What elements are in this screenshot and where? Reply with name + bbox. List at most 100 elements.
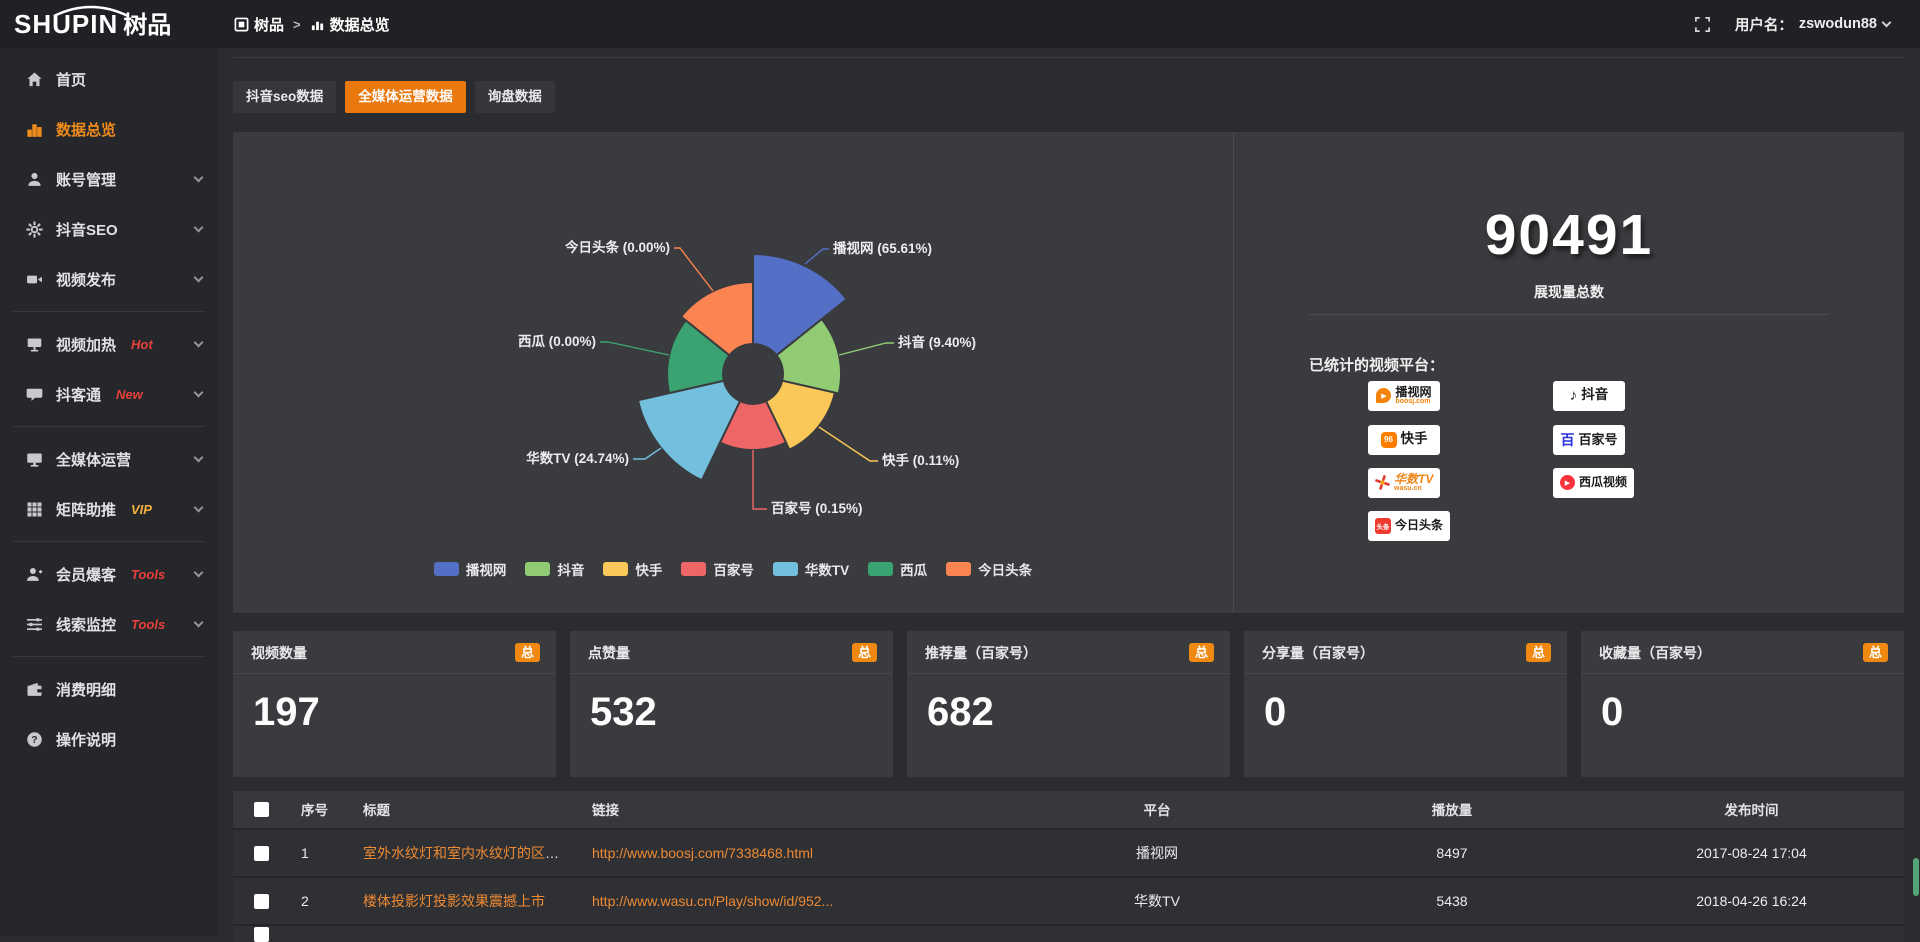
stat-cards: 视频数量 总 197 点赞量 总 532 推荐量（百家号） 总 682 分享量（…	[233, 631, 1904, 777]
table-row-1: 1 室外水纹灯和室内水纹灯的区别和简介 http://www.boosj.com…	[233, 829, 1904, 877]
sidebar-item-9[interactable]: 矩阵助推VIP	[0, 484, 218, 534]
stat-card-5: 收藏量（百家号） 总 0	[1581, 631, 1904, 777]
baijiahao-logo-icon: 百	[1560, 430, 1574, 450]
legend-label: 播视网	[466, 559, 507, 579]
total-impressions-label: 展现量总数	[1234, 282, 1904, 302]
cell-plays	[1305, 925, 1599, 942]
sidebar-item-2[interactable]: 数据总览	[0, 104, 218, 154]
overview-panel: 播视网 (65.61%) 抖音 (9.40%) 快手 (0.11%) 百家号 (0.1…	[233, 132, 1904, 613]
pie-label: 快手 (0.11%)	[882, 452, 959, 468]
sidebar-item-12[interactable]: 消费明细	[0, 664, 218, 714]
toutiao-logo-icon: 头条	[1375, 518, 1391, 534]
total-badge[interactable]: 总	[515, 643, 540, 662]
stat-card-label: 推荐量（百家号）	[925, 643, 1037, 663]
column-header-5: 播放量	[1305, 791, 1599, 829]
legend-swatch	[681, 562, 706, 576]
legend-item-播视网[interactable]: 播视网	[434, 559, 507, 579]
video-title-link[interactable]: 室外水纹灯和室内水纹灯的区别和简介	[363, 845, 580, 861]
gear-icon	[26, 221, 43, 238]
platform-badge-baijiahao[interactable]: 百 百家号	[1553, 425, 1625, 455]
legend-item-抖音[interactable]: 抖音	[525, 559, 584, 579]
breadcrumb-current[interactable]: 数据总览	[310, 14, 390, 35]
topbar: SHUPIN 树品 树品 > 数据总览 用户名：zswodun88	[0, 0, 1920, 48]
sidebar-divider	[13, 656, 205, 657]
screen-icon	[26, 336, 43, 353]
platform-badge-xigua[interactable]: ▶ 西瓜视频	[1553, 468, 1634, 498]
sidebar: 首页数据总览账号管理抖音SEO视频发布视频加热Hot抖客通New全媒体运营矩阵助…	[0, 48, 218, 936]
tab-2[interactable]: 全媒体运营数据	[345, 81, 466, 113]
sidebar-item-1[interactable]: 首页	[0, 54, 218, 104]
sidebar-item-4[interactable]: 抖音SEO	[0, 204, 218, 254]
fullscreen-icon[interactable]	[1694, 16, 1711, 33]
sidebar-item-label: 矩阵助推	[56, 499, 116, 520]
sliders-icon	[26, 616, 43, 633]
kuaishou-logo-icon: 96	[1381, 432, 1397, 448]
video-title-link[interactable]: 楼体投影灯投影效果震撼上市	[363, 893, 545, 909]
cell-time	[1599, 925, 1904, 942]
platform-badge-boosj[interactable]: ▶ 播视网 boosj.com	[1368, 381, 1440, 411]
sidebar-item-label: 数据总览	[56, 119, 116, 140]
sidebar-item-11[interactable]: 线索监控Tools	[0, 599, 218, 649]
sidebar-item-label: 视频加热	[56, 334, 116, 355]
cell-link: http://www.boosj.com/7338468.html	[580, 829, 1009, 877]
sidebar-item-3[interactable]: 账号管理	[0, 154, 218, 204]
chevron-down-icon	[1882, 17, 1892, 27]
grid-small-icon	[234, 17, 249, 32]
video-url-link[interactable]: http://www.boosj.com/7338468.html	[592, 845, 813, 861]
pie-label: 百家号 (0.15%)	[771, 500, 863, 516]
cell-time: 2018-04-26 16:24	[1599, 877, 1904, 925]
pie-label: 抖音 (9.40%)	[898, 334, 976, 350]
sidebar-item-label: 账号管理	[56, 169, 116, 190]
cell-num: 1	[289, 829, 351, 877]
legend-item-华数TV[interactable]: 华数TV	[773, 559, 849, 579]
sidebar-item-label: 会员爆客	[56, 564, 116, 585]
username: zswodun88	[1799, 16, 1877, 32]
user-menu[interactable]: 用户名：zswodun88	[1735, 14, 1890, 35]
sidebar-item-6[interactable]: 视频加热Hot	[0, 319, 218, 369]
legend-swatch	[525, 562, 550, 576]
legend-swatch	[603, 562, 628, 576]
topbar-divider	[233, 57, 1904, 58]
wasu-logo-icon	[1375, 475, 1390, 490]
total-badge[interactable]: 总	[1189, 643, 1214, 662]
scrollbar-thumb[interactable]	[1913, 858, 1919, 896]
pie-slice-5[interactable]	[638, 380, 740, 480]
platform-badge-wasu[interactable]: 华数TV wasu.cn	[1368, 468, 1440, 498]
tab-3[interactable]: 询盘数据	[475, 81, 555, 113]
platform-badge-toutiao[interactable]: 头条 今日头条	[1368, 511, 1450, 541]
legend-label: 百家号	[713, 559, 754, 579]
stat-card-3: 推荐量（百家号） 总 682	[907, 631, 1230, 777]
sidebar-item-8[interactable]: 全媒体运营	[0, 434, 218, 484]
pie-label: 播视网 (65.61%)	[833, 240, 932, 256]
legend-item-百家号[interactable]: 百家号	[681, 559, 754, 579]
sidebar-item-13[interactable]: ?操作说明	[0, 714, 218, 764]
tab-1[interactable]: 抖音seo数据	[233, 81, 336, 113]
bar-chart-small-icon	[310, 17, 325, 32]
total-badge[interactable]: 总	[1526, 643, 1551, 662]
sidebar-item-10[interactable]: 会员爆客Tools	[0, 549, 218, 599]
row-checkbox[interactable]	[254, 846, 269, 861]
cell-time: 2017-08-24 17:04	[1599, 829, 1904, 877]
platform-badge-douyin[interactable]: ♪ 抖音	[1553, 381, 1625, 411]
legend-item-快手[interactable]: 快手	[603, 559, 662, 579]
video-url-link[interactable]: http://www.wasu.cn/Play/show/id/952...	[592, 893, 833, 909]
sidebar-item-5[interactable]: 视频发布	[0, 254, 218, 304]
row-checkbox[interactable]	[254, 894, 269, 909]
app-logo: SHUPIN 树品	[0, 0, 218, 48]
row-checkbox[interactable]	[254, 927, 269, 942]
sidebar-item-7[interactable]: 抖客通New	[0, 369, 218, 419]
bar-chart-icon	[26, 121, 43, 138]
column-header-3: 链接	[580, 791, 1009, 829]
select-all-checkbox[interactable]	[254, 802, 269, 817]
total-badge[interactable]: 总	[852, 643, 877, 662]
cell-platform: 播视网	[1009, 829, 1305, 877]
cell-platform: 华数TV	[1009, 877, 1305, 925]
member-icon	[26, 566, 43, 583]
legend-item-今日头条[interactable]: 今日头条	[946, 559, 1032, 579]
legend-item-西瓜[interactable]: 西瓜	[868, 559, 927, 579]
table-row-3	[233, 925, 1904, 942]
breadcrumb-root[interactable]: 树品	[234, 14, 284, 35]
total-badge[interactable]: 总	[1863, 643, 1888, 662]
platform-badge-kuaishou[interactable]: 96 快手	[1368, 425, 1440, 455]
table-row-2: 2 楼体投影灯投影效果震撼上市 http://www.wasu.cn/Play/…	[233, 877, 1904, 925]
